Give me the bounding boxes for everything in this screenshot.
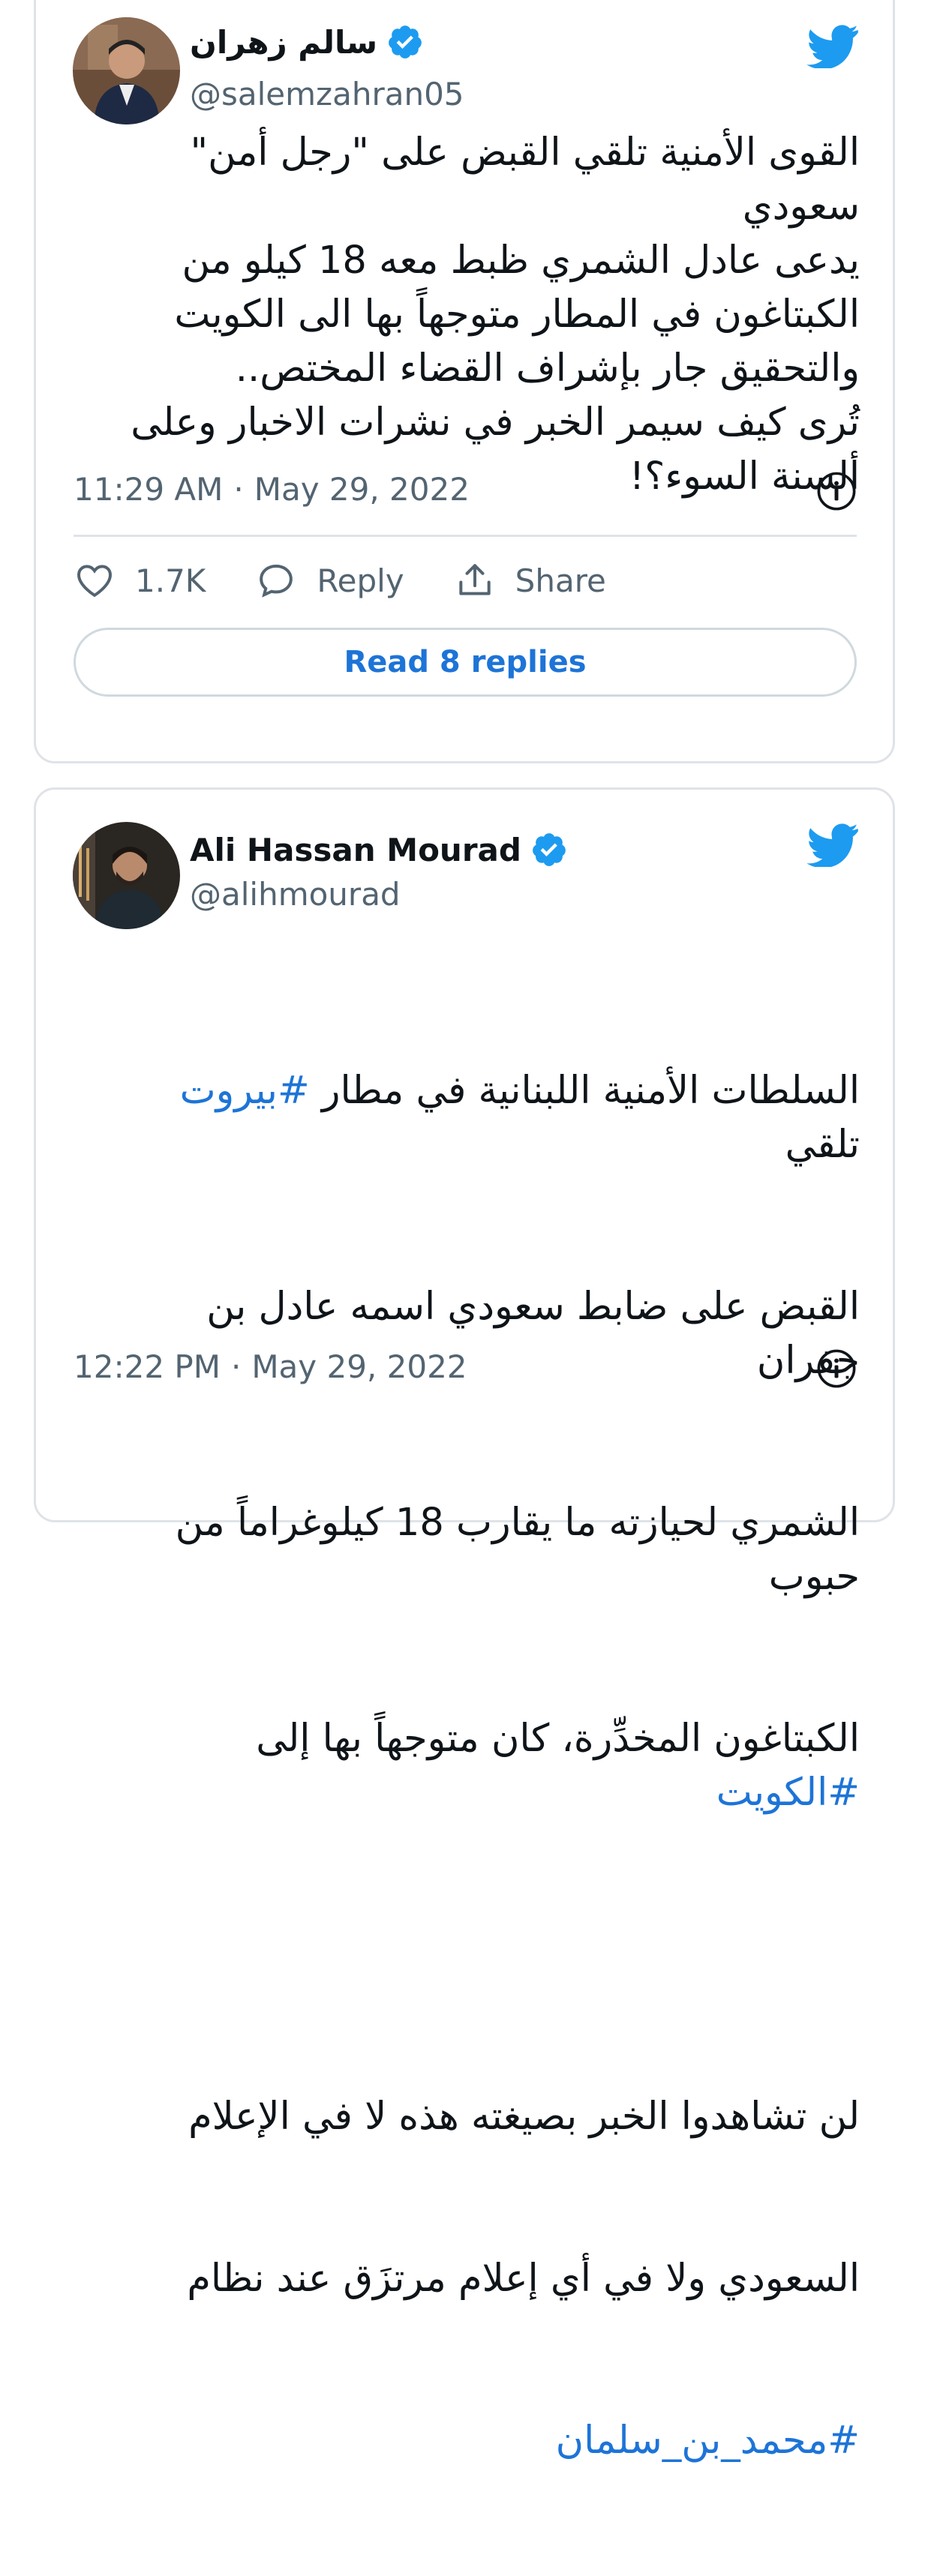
read-replies-button[interactable]: Read 8 replies bbox=[74, 628, 857, 697]
tweet-line: الشمري لحيازته ما يقارب 18 كيلوغراماً من… bbox=[104, 1496, 860, 1604]
heart-icon bbox=[74, 559, 116, 601]
action-bar: 1.7K Reply Share bbox=[74, 559, 656, 601]
like-count: 1.7K bbox=[135, 562, 206, 599]
tweet-line: السعودي ولا في أي إعلام مرتزَق عند نظام bbox=[104, 2252, 860, 2306]
author-handle[interactable]: @salemzahran05 bbox=[190, 76, 464, 112]
text-span: لن تشاهدوا الخبر بصيغته هذه لا في الإعلا… bbox=[188, 2095, 860, 2139]
author-name[interactable]: سالم زهران bbox=[190, 24, 377, 61]
share-label: Share bbox=[515, 562, 606, 599]
hashtag-link[interactable]: #الكويت bbox=[716, 1771, 860, 1815]
tweet-text: السلطات الأمنية اللبنانية في مطار #بيروت… bbox=[104, 956, 860, 2576]
tweet-timestamp[interactable]: 11:29 AM · May 29, 2022 bbox=[74, 471, 470, 508]
share-button[interactable]: Share bbox=[454, 559, 606, 601]
info-icon[interactable] bbox=[816, 1348, 857, 1389]
author-name-row[interactable]: Ali Hassan Mourad bbox=[190, 831, 568, 868]
twitter-bird-icon[interactable] bbox=[806, 823, 859, 867]
timestamp-separator: · bbox=[233, 471, 244, 508]
tweet-line: لن تشاهدوا الخبر بصيغته هذه لا في الإعلا… bbox=[104, 2090, 860, 2144]
twitter-bird-icon[interactable] bbox=[806, 25, 859, 68]
reply-button[interactable]: Reply bbox=[255, 559, 404, 601]
verified-badge-icon bbox=[386, 23, 424, 61]
like-button[interactable]: 1.7K bbox=[74, 559, 206, 601]
text-span: السلطات الأمنية اللبنانية في مطار bbox=[309, 1069, 860, 1113]
reply-label: Reply bbox=[317, 562, 404, 599]
info-icon[interactable] bbox=[816, 471, 857, 511]
tweet-timestamp[interactable]: 12:22 PM · May 29, 2022 bbox=[74, 1348, 467, 1385]
verified-badge-icon bbox=[530, 831, 568, 868]
text-span: الكبتاغون المخدِّرة، كان متوجهاً بها إلى bbox=[244, 1717, 860, 1761]
tweet-text: القوى الأمنية تلقي القبض على "رجل أمن" س… bbox=[131, 130, 860, 499]
author-name-row[interactable]: سالم زهران bbox=[190, 23, 424, 61]
author-handle[interactable]: @alihmourad bbox=[190, 876, 401, 913]
tweet-time: 12:22 PM bbox=[74, 1348, 221, 1385]
tweet-date: May 29, 2022 bbox=[254, 471, 470, 508]
tweet-line: السلطات الأمنية اللبنانية في مطار #بيروت… bbox=[104, 1064, 860, 1172]
text-span: السعودي ولا في أي إعلام مرتزَق عند نظام bbox=[187, 2257, 860, 2301]
tweet-line: الكبتاغون المخدِّرة، كان متوجهاً بها إلى… bbox=[104, 1712, 860, 1820]
tweet-card[interactable]: Ali Hassan Mourad @alihmourad السلطات ال… bbox=[34, 787, 895, 2463]
tweet-time: 11:29 AM bbox=[74, 471, 224, 508]
author-name[interactable]: Ali Hassan Mourad bbox=[190, 832, 521, 868]
divider bbox=[74, 535, 857, 537]
hashtag-link[interactable]: #بيروت bbox=[180, 1069, 310, 1113]
speech-bubble-icon bbox=[255, 559, 297, 601]
tweet-card[interactable]: سالم زهران @salemzahran05 القوى الأمنية … bbox=[34, 0, 895, 763]
timestamp-separator: · bbox=[230, 1348, 242, 1385]
tweet-line: #محمد_بن_سلمان bbox=[104, 2414, 860, 2468]
hashtag-link[interactable]: #محمد_بن_سلمان bbox=[556, 2419, 860, 2463]
tweet-date: May 29, 2022 bbox=[251, 1348, 467, 1385]
avatar[interactable] bbox=[73, 822, 180, 929]
avatar[interactable] bbox=[73, 17, 180, 124]
text-span: الشمري لحيازته ما يقارب 18 كيلوغراماً من… bbox=[163, 1501, 860, 1599]
share-icon bbox=[454, 559, 496, 601]
